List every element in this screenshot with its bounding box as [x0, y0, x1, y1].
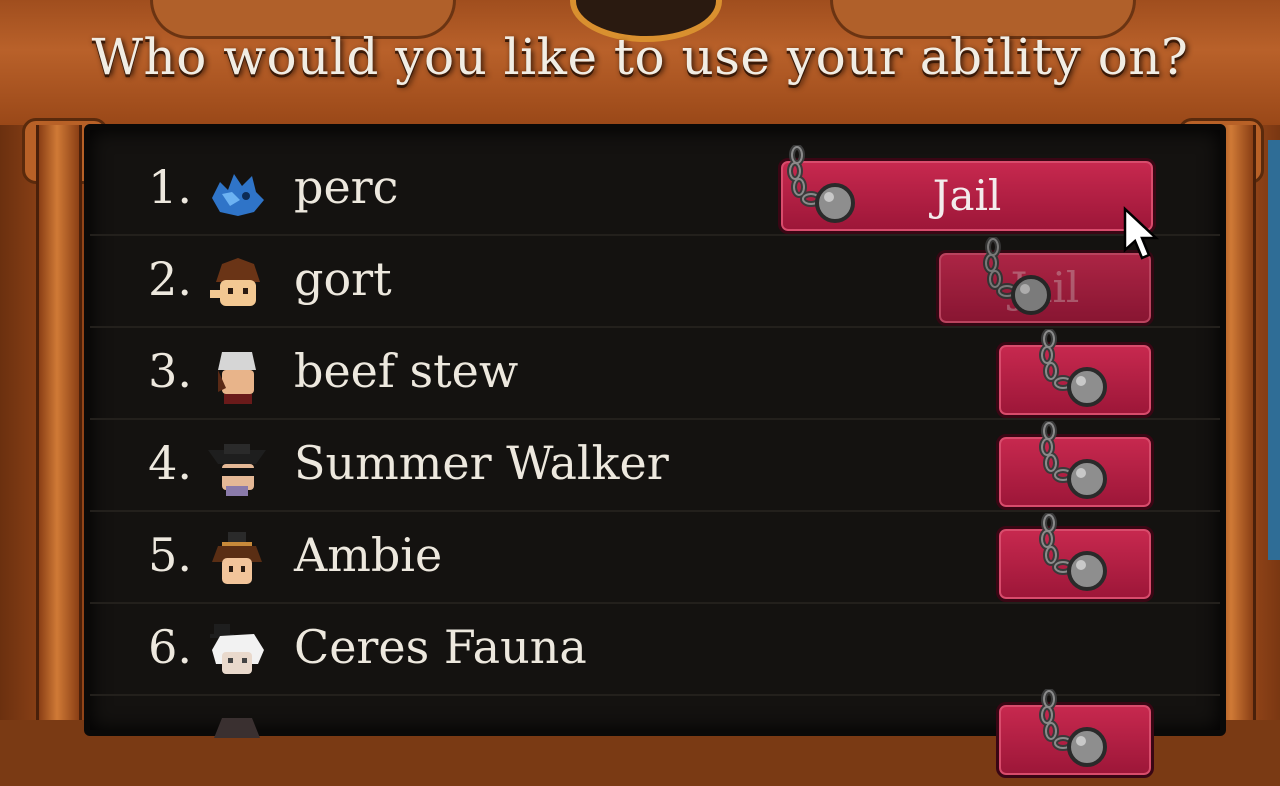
chain-ball-icon: [1035, 421, 1125, 511]
background-edge: [1268, 140, 1280, 560]
jail-button[interactable]: [996, 434, 1154, 510]
player-name: gort: [294, 252, 392, 306]
player-row[interactable]: 4. Summer Walker: [90, 422, 1220, 512]
player-row[interactable]: 1. perc Jail: [90, 146, 1220, 236]
player-row[interactable]: 6. Ceres Fauna: [90, 606, 1220, 696]
pillar-left: [36, 125, 82, 720]
jail-button[interactable]: [996, 342, 1154, 418]
player-name: perc: [294, 160, 399, 214]
blue-creature-avatar-icon: [208, 164, 266, 222]
jail-button-label: Jail: [932, 171, 1002, 220]
player-row[interactable]: 5. Ambie: [90, 514, 1220, 604]
white-hat-avatar-icon: [208, 348, 266, 406]
player-list-panel: 1. perc Jail 2. gort 3. beef stew 4. Sum…: [84, 124, 1226, 778]
partial-avatar-icon: [208, 708, 266, 766]
player-number: 2.: [148, 252, 192, 306]
jail-button[interactable]: [996, 702, 1154, 778]
player-name: Summer Walker: [294, 436, 669, 490]
player-row[interactable]: 2. gort Jail: [90, 238, 1220, 328]
chain-ball-icon: [1035, 689, 1125, 779]
jail-button[interactable]: Jail: [778, 158, 1156, 234]
player-row[interactable]: [90, 698, 1220, 786]
brown-hair-avatar-icon: [208, 256, 266, 314]
player-number: 5.: [148, 528, 192, 582]
player-number: 6.: [148, 620, 192, 674]
player-number: 3.: [148, 344, 192, 398]
black-hat-sunglasses-avatar-icon: [208, 440, 266, 498]
player-name: Ambie: [294, 528, 443, 582]
player-row[interactable]: 3. beef stew: [90, 330, 1220, 420]
player-number: 4.: [148, 436, 192, 490]
player-name: beef stew: [294, 344, 519, 398]
chain-ball-icon: [1035, 329, 1125, 419]
jail-button[interactable]: [996, 526, 1154, 602]
chain-ball-icon: [1035, 513, 1125, 603]
chain-ball-icon: [783, 145, 873, 235]
white-hair-top-hat-avatar-icon: [208, 624, 266, 682]
player-number: 1.: [148, 160, 192, 214]
prompt-title: Who would you like to use your ability o…: [91, 28, 1189, 86]
mouse-cursor-icon: [1123, 206, 1160, 260]
top-hat-avatar-icon: [208, 532, 266, 590]
chain-ball-icon: [979, 237, 1069, 327]
player-name: Ceres Fauna: [294, 620, 587, 674]
